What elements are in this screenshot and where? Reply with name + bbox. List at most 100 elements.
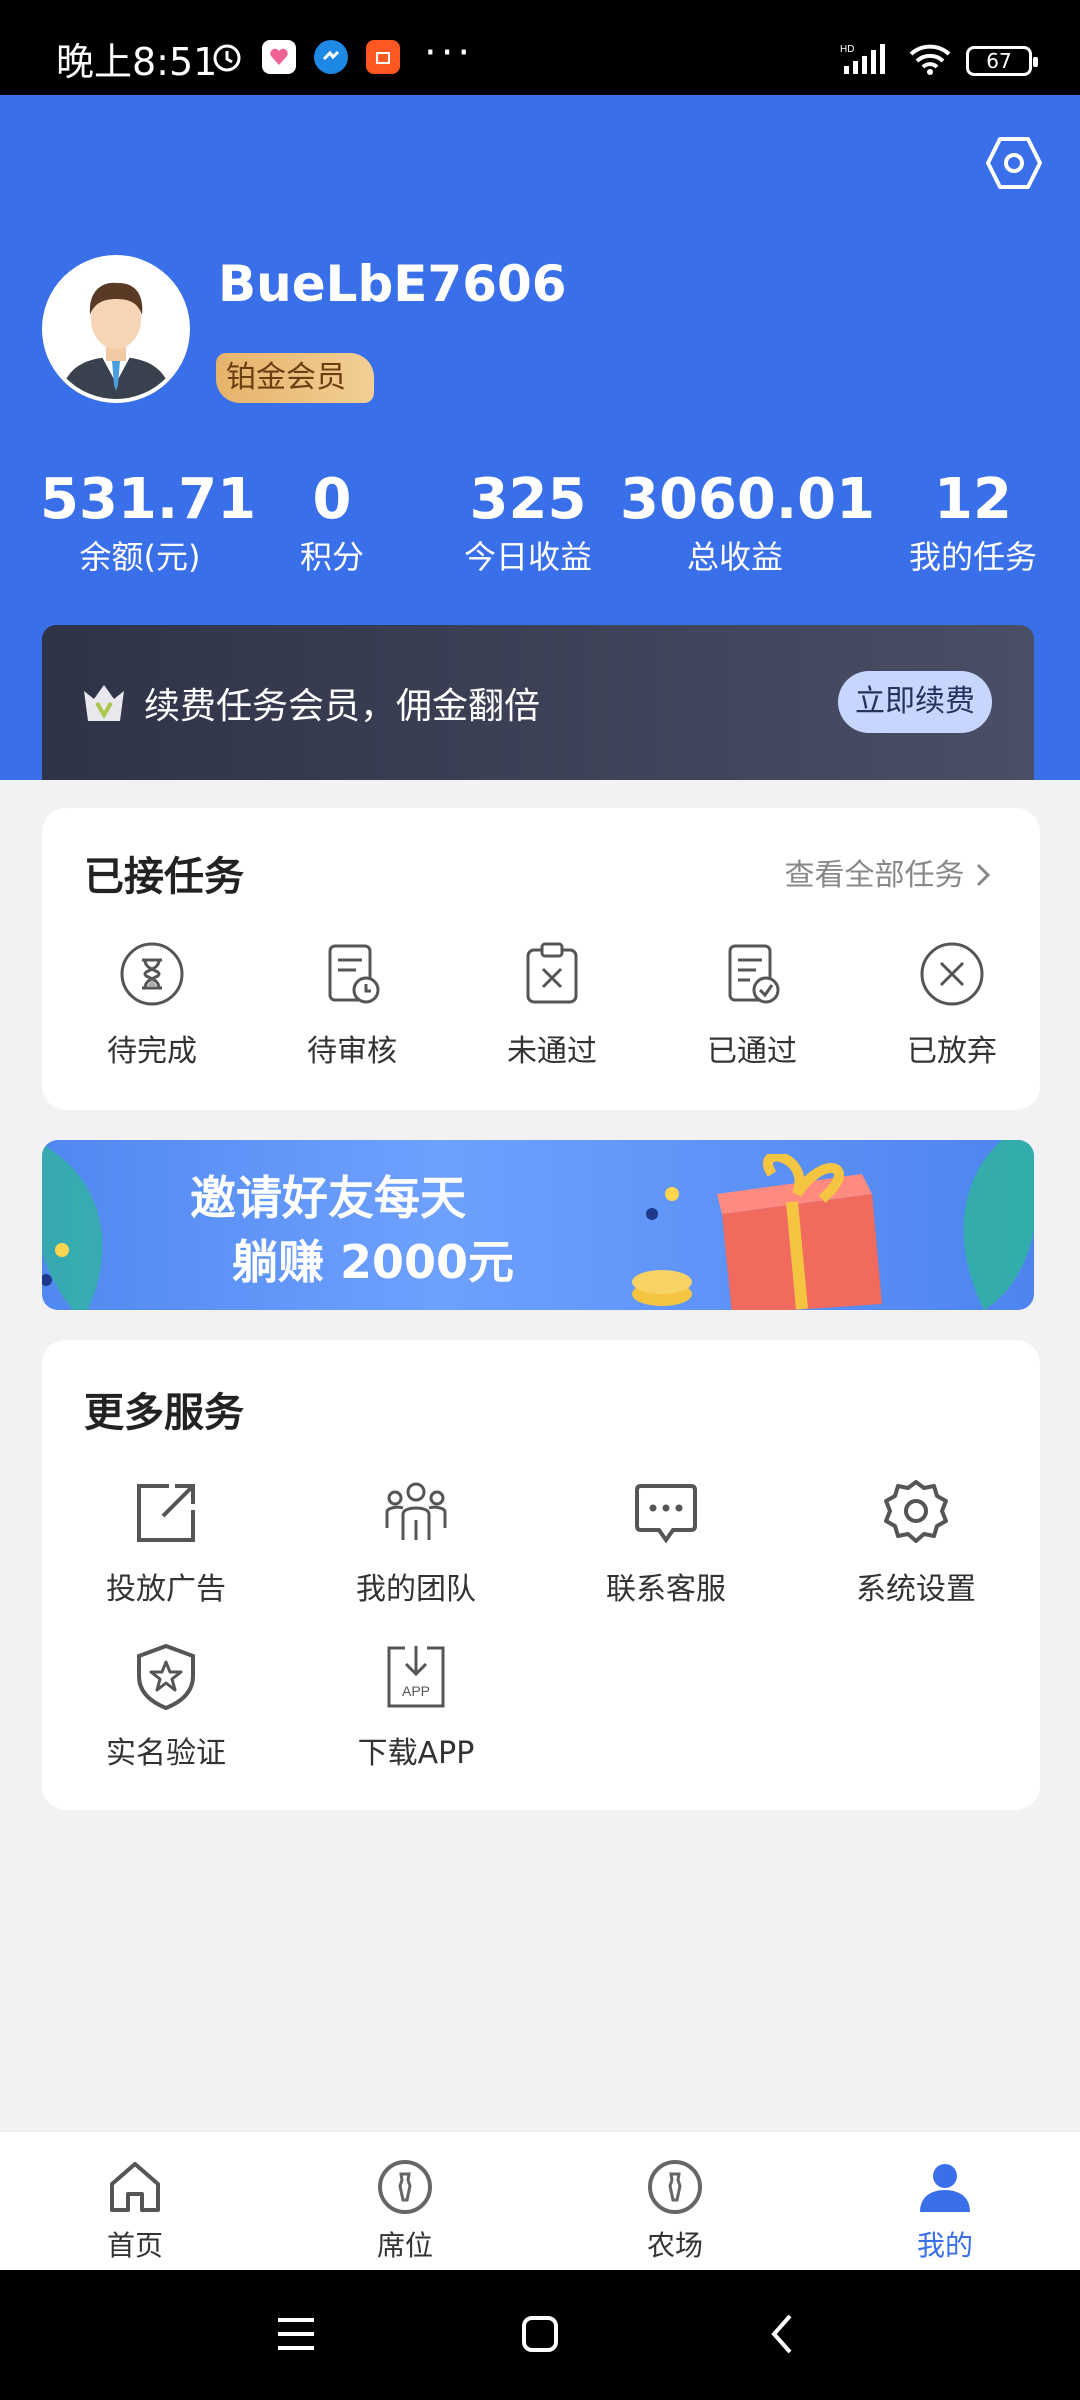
farm-icon [648, 2160, 702, 2214]
gear-icon [884, 1480, 948, 1543]
gift-box-icon [632, 1154, 882, 1310]
renew-button[interactable]: 立即续费 [838, 671, 992, 733]
more-services-card: 更多服务 投放广告 我的团队 联系客服 系统设置 实名验证 APP 下载APP [42, 1340, 1040, 1810]
download-app-icon: APP [387, 1646, 445, 1708]
renew-membership-bar: 续费任务会员，佣金翻倍 立即续费 [42, 625, 1034, 780]
notification-icons [210, 40, 400, 74]
stat-value: 325 [469, 467, 587, 532]
stat-total-income[interactable]: 3060.01 总收益 [620, 465, 876, 579]
nav-label: 农场 [646, 2229, 703, 2262]
nav-label: 我的 [916, 2229, 973, 2262]
review-doc-icon [328, 944, 380, 1004]
stat-value: 531.71 [40, 467, 257, 532]
stat-label: 积分 [299, 538, 364, 576]
menu-icon[interactable] [272, 2310, 320, 2358]
service-label: 我的团队 [356, 1572, 476, 1607]
stat-points[interactable]: 0 积分 [262, 465, 402, 579]
task-label: 待完成 [107, 1034, 197, 1069]
leaf-decoration-icon [42, 1144, 103, 1310]
tasks-title: 已接任务 [84, 854, 244, 900]
banner-line2: 躺赚 2000元 [232, 1235, 515, 1289]
service-label: 投放广告 [106, 1572, 226, 1607]
stat-label: 总收益 [686, 538, 783, 576]
stat-label: 余额(元) [79, 538, 201, 576]
chevron-right-icon [974, 858, 992, 893]
renew-text: 续费任务会员，佣金翻倍 [144, 686, 541, 727]
status-bar: 晚上8:51 ··· HD 67 [0, 0, 1080, 95]
stat-value: 3060.01 [620, 467, 876, 532]
shield-star-icon [137, 1643, 195, 1711]
stat-value: 0 [312, 467, 352, 532]
leaf-decoration-icon [963, 1140, 1034, 1310]
system-indicators: HD 67 [840, 42, 1038, 80]
status-time: 晚上8:51 [56, 40, 218, 84]
service-label: 联系客服 [606, 1572, 726, 1607]
view-all-label: 查看全部任务 [784, 858, 965, 893]
stat-my-tasks[interactable]: 12 我的任务 [888, 465, 1058, 579]
nav-label: 首页 [106, 2229, 163, 2262]
service-label: 系统设置 [856, 1572, 976, 1607]
team-icon [385, 1482, 447, 1540]
hourglass-icon [120, 942, 184, 1006]
download-icon-text: APP [402, 1683, 430, 1699]
view-all-tasks-link[interactable]: 查看全部任务 [784, 850, 992, 894]
task-label: 已放弃 [907, 1034, 997, 1069]
service-real-name-verify[interactable]: 实名验证 [66, 1642, 266, 1772]
invite-friends-banner[interactable]: 邀请好友每天 躺赚 2000元 [42, 1140, 1034, 1310]
nav-home[interactable]: 首页 [55, 2158, 215, 2264]
task-label: 待审核 [307, 1034, 397, 1069]
svg-text:HD: HD [840, 44, 854, 55]
profile-icon [920, 2164, 970, 2212]
approved-doc-icon [728, 944, 780, 1004]
external-link-icon [137, 1484, 195, 1542]
crown-icon [84, 685, 124, 721]
service-system-settings[interactable]: 系统设置 [816, 1478, 1016, 1608]
task-abandoned[interactable]: 已放弃 [872, 940, 1032, 1070]
task-label: 未通过 [507, 1034, 597, 1069]
avatar[interactable] [42, 255, 190, 403]
nav-farm[interactable]: 农场 [595, 2158, 755, 2264]
seat-icon [378, 2160, 432, 2214]
app-notification-icon [262, 40, 296, 74]
service-download-app[interactable]: APP 下载APP [316, 1642, 516, 1772]
service-advertise[interactable]: 投放广告 [66, 1478, 266, 1608]
chat-icon [635, 1484, 697, 1544]
signal-icon: HD [840, 42, 894, 80]
message-app-icon [314, 40, 348, 74]
service-customer-support[interactable]: 联系客服 [566, 1478, 766, 1608]
rejected-clipboard-icon [526, 942, 578, 1004]
battery-icon: 67 [966, 46, 1038, 76]
bottom-navigation: 首页 席位 农场 我的 [0, 2130, 1080, 2270]
nav-mine[interactable]: 我的 [865, 2158, 1025, 2264]
shopping-app-icon [366, 40, 400, 74]
task-label: 已通过 [707, 1034, 797, 1069]
cancel-circle-icon [920, 942, 984, 1006]
service-label: 实名验证 [106, 1736, 226, 1771]
task-pending[interactable]: 待完成 [72, 940, 232, 1070]
wifi-icon [908, 42, 952, 80]
back-icon[interactable] [760, 2310, 808, 2358]
alarm-icon [210, 40, 244, 74]
home-square-icon[interactable] [516, 2310, 564, 2358]
stat-label: 我的任务 [908, 538, 1037, 576]
username: BueLbE7606 [218, 255, 567, 313]
vip-badge: 铂金会员 [216, 353, 374, 403]
stat-label: 今日收益 [463, 538, 592, 576]
service-label: 下载APP [357, 1736, 475, 1771]
services-title: 更多服务 [84, 1390, 244, 1436]
home-icon [110, 2162, 160, 2212]
banner-line1: 邀请好友每天 [190, 1171, 466, 1225]
nav-seat[interactable]: 席位 [325, 2158, 485, 2264]
profile-header: BueLbE7606 铂金会员 531.71 余额(元) 0 积分 325 今日… [0, 95, 1080, 780]
stat-today-income[interactable]: 325 今日收益 [448, 465, 608, 579]
system-navigation-bar [0, 2270, 1080, 2400]
service-my-team[interactable]: 我的团队 [316, 1478, 516, 1608]
more-notifications-icon: ··· [424, 30, 475, 76]
accepted-tasks-card: 已接任务 查看全部任务 待完成 待审核 未通过 已通过 已放弃 [42, 808, 1040, 1110]
stat-value: 12 [934, 467, 1012, 532]
stat-balance[interactable]: 531.71 余额(元) [40, 465, 257, 579]
settings-hex-icon[interactable] [986, 135, 1042, 191]
task-rejected[interactable]: 未通过 [472, 940, 632, 1070]
task-approved[interactable]: 已通过 [672, 940, 832, 1070]
task-under-review[interactable]: 待审核 [272, 940, 432, 1070]
